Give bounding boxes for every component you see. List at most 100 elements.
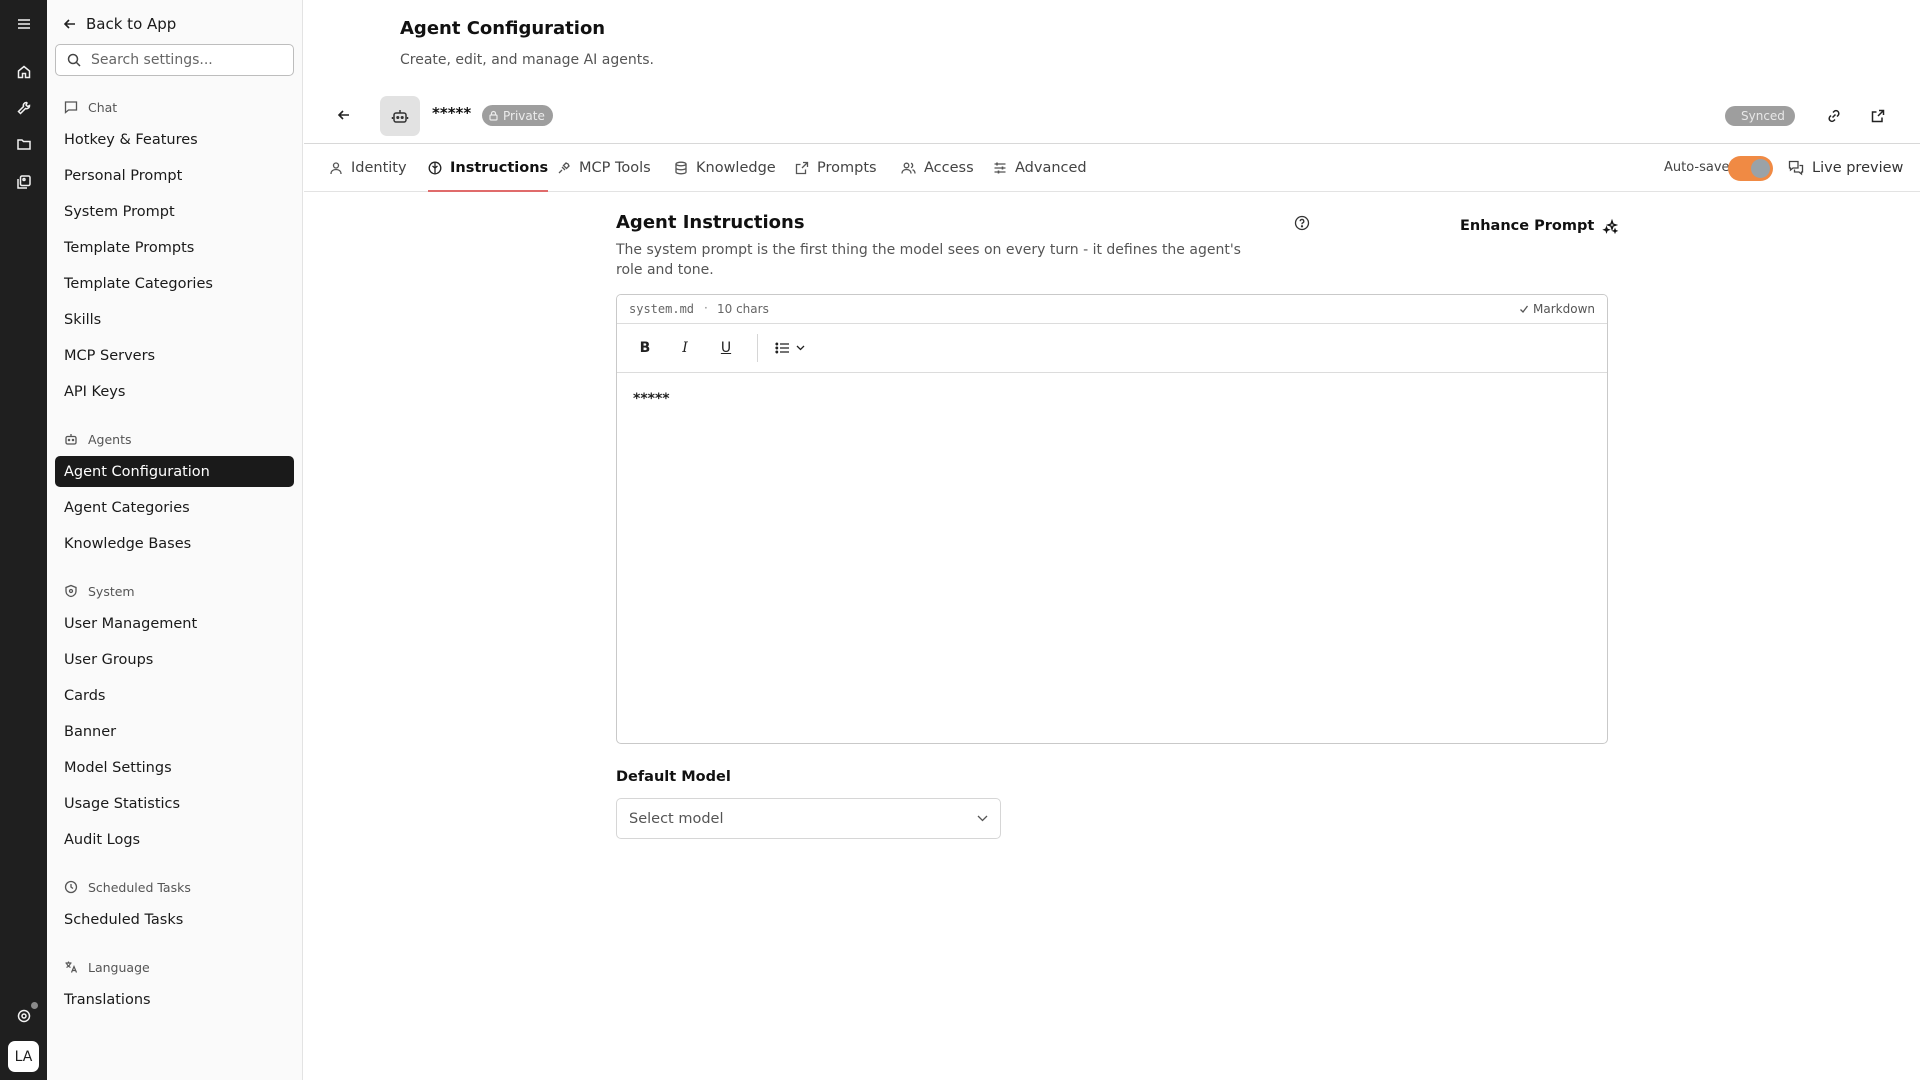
shield-icon [65, 584, 77, 598]
sidebar-item-system-prompt[interactable]: System Prompt [55, 196, 294, 227]
back-to-app-link[interactable]: Back to App [63, 11, 176, 37]
bold-button[interactable]: B [632, 335, 658, 361]
sliders-icon [994, 162, 1006, 174]
visibility-badge: Private [482, 105, 553, 126]
toolbar-divider [757, 334, 758, 362]
external-link-icon [795, 161, 809, 175]
list-icon [775, 342, 789, 354]
lock-icon [489, 110, 498, 121]
icon-rail: LA [0, 0, 47, 1080]
editor-format: Markdown [1519, 302, 1595, 316]
sidebar-item-cards[interactable]: Cards [55, 680, 294, 711]
sidebar-item-template-categories[interactable]: Template Categories [55, 268, 294, 299]
sidebar-item-usage-statistics[interactable]: Usage Statistics [55, 788, 294, 819]
notification-dot [31, 1002, 38, 1009]
editor-header: system.md · 10 chars Markdown [617, 295, 1607, 324]
sidebar-item-knowledge-bases[interactable]: Knowledge Bases [55, 528, 294, 559]
chevron-down-icon [796, 345, 805, 351]
sidebar-item-model-settings[interactable]: Model Settings [55, 752, 294, 783]
preview-chat-icon [1788, 160, 1804, 176]
page-subtitle: Create, edit, and manage AI agents. [400, 52, 654, 68]
sidebar-item-personal-prompt[interactable]: Personal Prompt [55, 160, 294, 191]
section-description: The system prompt is the first thing the… [616, 242, 1241, 278]
page-title: Agent Configuration [400, 18, 606, 39]
search-icon [67, 53, 81, 67]
search-settings[interactable] [55, 44, 294, 76]
instructions-editor: system.md · 10 chars Markdown B I U ****… [616, 294, 1608, 744]
sidebar-item-user-management[interactable]: User Management [55, 608, 294, 639]
gallery-icon[interactable] [11, 169, 36, 194]
clock-icon [64, 880, 78, 894]
italic-button[interactable]: I [672, 335, 698, 361]
help-icon[interactable] [1293, 214, 1311, 232]
bot-icon [391, 110, 409, 123]
tab-prompts[interactable]: Prompts [795, 145, 877, 191]
underline-button[interactable]: U [713, 335, 739, 361]
copy-link-button[interactable] [1821, 103, 1847, 129]
toggle-knob [1751, 159, 1770, 178]
wrench-icon[interactable] [11, 95, 36, 120]
editor-filename: system.md [629, 302, 695, 316]
check-icon [1520, 305, 1529, 313]
sidebar-item-hotkey[interactable]: Hotkey & Features [55, 124, 294, 155]
enhance-prompt-button[interactable]: Enhance Prompt [1460, 213, 1619, 239]
sparkles-icon [1602, 218, 1619, 234]
chevron-down-icon [977, 815, 988, 822]
menu-icon[interactable] [11, 11, 36, 36]
tab-access[interactable]: Access [901, 145, 974, 191]
tab-knowledge[interactable]: Knowledge [674, 145, 776, 191]
section-title: Agent Instructions [616, 212, 805, 233]
back-button[interactable] [332, 103, 356, 127]
chat-bubble-icon [64, 101, 78, 114]
agent-name: ***** [432, 104, 472, 122]
user-icon [330, 162, 342, 175]
users-icon [901, 162, 916, 174]
editor-toolbar: B I U [617, 324, 1607, 373]
sidebar-item-api-keys[interactable]: API Keys [55, 376, 294, 407]
sidebar-item-agent-categories[interactable]: Agent Categories [55, 492, 294, 523]
model-select[interactable]: Select model [616, 798, 1001, 839]
sidebar-item-scheduled-tasks[interactable]: Scheduled Tasks [55, 904, 294, 935]
settings-sidebar: Back to App Chat Hotkey & Features Perso… [47, 0, 303, 1080]
sidebar-item-audit-logs[interactable]: Audit Logs [55, 824, 294, 855]
plug-icon [558, 162, 570, 174]
translate-icon [65, 961, 78, 973]
sidebar-item-user-groups[interactable]: User Groups [55, 644, 294, 675]
sidebar-item-translations[interactable]: Translations [55, 984, 294, 1015]
group-agents: Agents [64, 429, 132, 449]
editor-content[interactable]: ***** [633, 391, 670, 407]
home-icon[interactable] [11, 59, 36, 84]
arrow-left-icon [337, 110, 349, 120]
back-to-app-label: Back to App [86, 15, 177, 33]
default-model-label: Default Model [616, 769, 731, 785]
sidebar-item-mcp-servers[interactable]: MCP Servers [55, 340, 294, 371]
list-dropdown-button[interactable] [768, 335, 812, 361]
autosave-toggle[interactable] [1728, 156, 1773, 181]
sync-status-badge: Synced [1725, 106, 1795, 126]
database-icon [675, 161, 687, 175]
sidebar-item-skills[interactable]: Skills [55, 304, 294, 335]
editor-separator: · [704, 301, 708, 315]
group-scheduled-tasks: Scheduled Tasks [64, 877, 191, 897]
sidebar-item-banner[interactable]: Banner [55, 716, 294, 747]
tab-advanced[interactable]: Advanced [993, 145, 1087, 191]
tab-identity[interactable]: Identity [329, 145, 407, 191]
sidebar-item-agent-configuration[interactable]: Agent Configuration [55, 456, 294, 487]
compass-icon [428, 161, 442, 175]
agent-avatar[interactable] [380, 96, 420, 136]
link-icon [1828, 109, 1840, 123]
tab-mcp-tools[interactable]: MCP Tools [557, 145, 651, 191]
share-button[interactable] [1865, 103, 1891, 129]
live-preview-button[interactable]: Live preview [1788, 156, 1903, 180]
main-content: Agent Configuration Create, edit, and ma… [304, 0, 1920, 1080]
editor-char-count: 10 chars [717, 302, 769, 316]
group-chat: Chat [64, 97, 117, 117]
group-language: Language [64, 957, 150, 977]
search-input[interactable] [91, 52, 281, 68]
config-tabs: Identity Instructions MCP Tools Knowledg… [304, 145, 1920, 192]
sidebar-item-template-prompts[interactable]: Template Prompts [55, 232, 294, 263]
user-avatar[interactable]: LA [8, 1041, 39, 1072]
group-system: System [64, 581, 135, 601]
folder-icon[interactable] [11, 131, 36, 156]
tab-instructions[interactable]: Instructions [428, 145, 549, 192]
